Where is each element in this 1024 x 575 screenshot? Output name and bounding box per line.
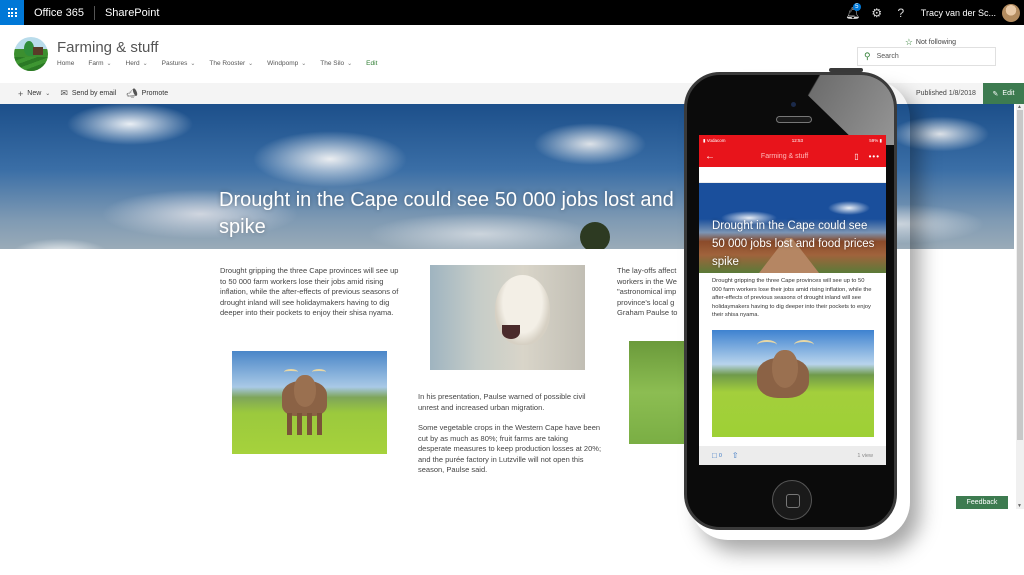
mobile-cow-image (712, 329, 874, 437)
published-date: Published 1/8/2018 (916, 90, 976, 97)
phone-home-button (772, 480, 812, 520)
nav-item-windpomp[interactable]: Windpomp ⌄ (267, 60, 306, 67)
comment-icon[interactable]: □ (712, 451, 717, 460)
notifications-badge: 5 (852, 3, 861, 11)
comment-count: 0 (718, 452, 722, 459)
scroll-down-arrow[interactable]: ▼ (1017, 503, 1022, 509)
gear-icon: ⚙ (871, 5, 883, 20)
site-navigation: Home Farm ⌄ Herd ⌄ Pastures ⌄ The Rooster ⌄ … (57, 60, 391, 67)
mobile-article-title: Drought in the Cape could see 50 000 job… (712, 220, 875, 268)
article-title: Drought in the Cape could see 50 000 job… (219, 189, 674, 238)
user-name[interactable]: Tracy van der Sc... (921, 8, 996, 18)
promote-button[interactable]: 📣︎ Promote (126, 88, 168, 99)
nav-item-farm[interactable]: Farm ⌄ (88, 60, 111, 67)
search-icon: ⚲ (864, 51, 871, 61)
pencil-icon: ✎ (992, 90, 999, 98)
chevron-down-icon: ⌄ (142, 61, 148, 67)
site-logo[interactable] (14, 37, 48, 71)
grass-image (629, 341, 689, 444)
plus-icon: + (18, 88, 24, 99)
brand-divider (93, 5, 95, 20)
chevron-down-icon: ⌄ (190, 61, 196, 67)
article-paragraph-1: Drought gripping the three Cape province… (220, 266, 399, 318)
article-paragraph-4: The lay-offs affect workers in the We "a… (617, 266, 678, 318)
suite-bar: Office 365 SharePoint 🔔︎ 5 ⚙ ? Tracy van… (0, 0, 1024, 25)
phone-camera (791, 102, 796, 107)
nav-item-pastures[interactable]: Pastures ⌄ (162, 60, 196, 67)
nav-edit-link[interactable]: Edit (366, 60, 377, 67)
signal-icon: ▮ (703, 137, 706, 143)
site-title[interactable]: Farming & stuff (57, 39, 158, 56)
mail-icon: ✉ (60, 88, 68, 98)
megaphone-icon: 📣︎ (126, 88, 138, 98)
view-count: 1 view (857, 452, 873, 459)
share-icon[interactable]: ⇧ (732, 451, 739, 460)
back-arrow-icon[interactable]: ← (705, 151, 715, 162)
nav-item-the-rooster[interactable]: The Rooster ⌄ (209, 60, 253, 67)
avatar[interactable] (1002, 3, 1020, 22)
chevron-down-icon: ⌄ (347, 61, 353, 67)
settings-button[interactable]: ⚙ (865, 0, 889, 25)
phone-speaker (776, 116, 812, 123)
cow-image (232, 351, 387, 454)
nav-item-herd[interactable]: Herd ⌄ (126, 60, 148, 67)
mobile-status-bar: ▮ Vodacom 12:53 59% ▮ (699, 135, 886, 146)
article-paragraph-3: Some vegetable crops in the Western Cape… (418, 423, 602, 475)
bookmark-icon[interactable]: ▯ (854, 152, 858, 161)
more-icon[interactable]: ••• (869, 152, 880, 161)
chevron-down-icon: ⌄ (301, 61, 307, 67)
mobile-screen: ▮ Vodacom 12:53 59% ▮ ← Farming & stuff … (699, 135, 886, 465)
chevron-down-icon: ⌄ (45, 91, 51, 97)
office365-link[interactable]: Office 365 (34, 7, 84, 19)
phone-mockup: ▮ Vodacom 12:53 59% ▮ ← Farming & stuff … (684, 72, 897, 530)
waffle-icon (7, 8, 17, 17)
send-by-email-button[interactable]: ✉ Send by email (60, 88, 116, 99)
article-paragraph-2: In his presentation, Paulse warned of po… (418, 392, 586, 412)
sharepoint-link[interactable]: SharePoint (105, 7, 159, 19)
app-launcher-button[interactable] (0, 0, 24, 25)
help-button[interactable]: ? (889, 0, 913, 25)
chevron-down-icon: ⌄ (248, 61, 254, 67)
scrollbar[interactable]: ▲ ▼ (1016, 104, 1024, 509)
chevron-down-icon: ⌄ (106, 61, 112, 67)
mobile-hero-image: Drought in the Cape could see 50 000 job… (699, 183, 886, 273)
mobile-article-body: Drought gripping the three Cape province… (712, 278, 872, 319)
edit-button[interactable]: ✎ Edit (983, 83, 1024, 104)
search-input[interactable]: ⚲ Search (857, 47, 996, 66)
mobile-footer: □ 0 ⇧ 1 view (699, 446, 886, 465)
mobile-app-title: Farming & stuff (760, 153, 809, 160)
scrollbar-thumb[interactable] (1017, 110, 1023, 440)
feedback-button[interactable]: Feedback (956, 496, 1008, 509)
sheep-image (430, 265, 585, 370)
mobile-app-bar: ← Farming & stuff ▯ ••• (699, 146, 886, 167)
battery-icon: ▮ (879, 137, 882, 143)
new-button[interactable]: + New ⌄ (18, 89, 50, 99)
nav-item-the-silo[interactable]: The Silo ⌄ (320, 60, 352, 67)
nav-item-home[interactable]: Home (57, 60, 74, 67)
notifications-button[interactable]: 🔔︎ 5 (841, 0, 865, 25)
